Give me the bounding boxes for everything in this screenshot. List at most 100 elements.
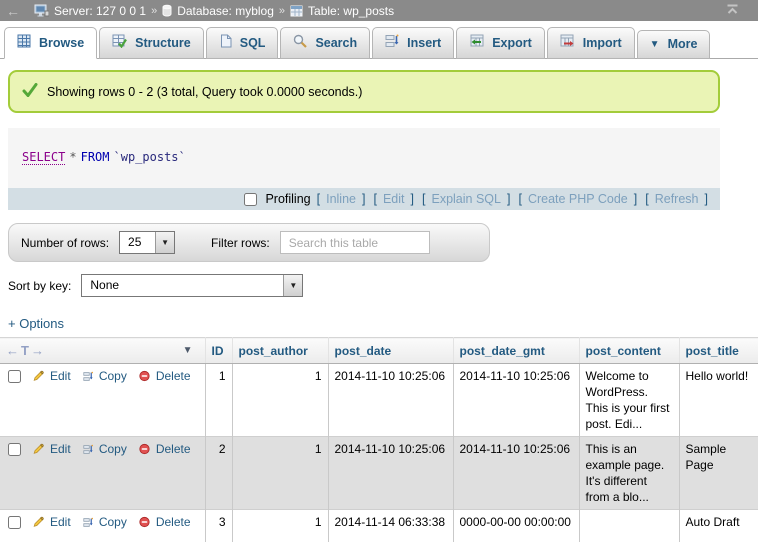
delete-row-icon	[139, 515, 150, 529]
edit-pencil-icon	[33, 442, 44, 456]
cell-post-date-gmt: 2014-11-10 10:25:06	[453, 437, 579, 510]
tab-insert[interactable]: Insert	[372, 27, 454, 59]
edit-row-link[interactable]: Edit	[50, 441, 71, 457]
cell-post-date-gmt: 2014-11-10 10:25:06	[453, 364, 579, 437]
database-icon	[162, 4, 172, 17]
back-arrow-icon[interactable]: ←	[6, 3, 20, 19]
sql-keyword-from: FROM	[81, 150, 110, 164]
move-columns-icon[interactable]: ←T→	[6, 343, 46, 358]
structure-icon	[112, 34, 127, 51]
breadcrumb-table[interactable]: Table: wp_posts	[290, 4, 394, 18]
chevron-down-icon: ▼	[650, 39, 660, 50]
tab-bar: Browse Structure SQL Search Insert	[0, 21, 758, 59]
number-of-rows-select[interactable]: 25 ▼	[119, 231, 175, 254]
breadcrumb: ← Server: 127 0 0 1 » Database: myblog »…	[0, 0, 758, 21]
row-checkbox[interactable]	[8, 443, 21, 456]
column-header-post-title[interactable]: post_title	[679, 338, 758, 364]
copy-row-icon	[83, 370, 93, 383]
filter-rows-input[interactable]	[280, 231, 430, 254]
table-row: Edit Copy Delete 1 1 2014-11-10 10:25:06…	[0, 364, 758, 437]
cell-post-date: 2014-11-10 10:25:06	[328, 364, 453, 437]
bracket: [	[317, 192, 320, 206]
cell-post-author: 1	[232, 510, 328, 542]
dropdown-arrow-icon: ▼	[283, 275, 302, 296]
cell-post-title: Hello world!	[679, 364, 758, 437]
cell-post-author: 1	[232, 364, 328, 437]
export-icon	[469, 34, 484, 51]
edit-pencil-icon	[33, 515, 44, 529]
bracket: ]	[507, 192, 510, 206]
sql-star: *	[69, 150, 76, 164]
edit-row-link[interactable]: Edit	[50, 514, 71, 530]
server-icon	[34, 4, 49, 17]
delete-row-link[interactable]: Delete	[156, 368, 191, 384]
dropdown-arrow-icon: ▼	[155, 232, 174, 253]
cell-id: 1	[205, 364, 232, 437]
table-row: Edit Copy Delete 3 1 2014-11-14 06:33:38…	[0, 510, 758, 542]
copy-row-icon	[83, 516, 93, 529]
bracket: ]	[705, 192, 708, 206]
bracket: ]	[362, 192, 365, 206]
copy-row-icon	[83, 443, 93, 456]
tab-more-label: More	[668, 37, 698, 51]
breadcrumb-server-label: Server: 127 0 0 1	[54, 4, 146, 18]
bracket: [	[645, 192, 648, 206]
edit-query-link[interactable]: Edit	[383, 192, 405, 206]
breadcrumb-server[interactable]: Server: 127 0 0 1	[34, 4, 146, 18]
sort-by-key-select[interactable]: None ▼	[81, 274, 303, 297]
cell-post-author: 1	[232, 437, 328, 510]
tab-sql-label: SQL	[240, 36, 266, 50]
column-header-post-date-gmt[interactable]: post_date_gmt	[453, 338, 579, 364]
bracket: [	[422, 192, 425, 206]
actions-header-cell: ←T→ ▼	[0, 338, 205, 364]
tab-browse[interactable]: Browse	[4, 27, 97, 59]
breadcrumb-table-label: Table: wp_posts	[308, 4, 394, 18]
phpmyadmin-page: ← Server: 127 0 0 1 » Database: myblog »…	[0, 0, 758, 542]
breadcrumb-database[interactable]: Database: myblog	[162, 4, 274, 18]
delete-row-link[interactable]: Delete	[156, 514, 191, 530]
row-checkbox[interactable]	[8, 516, 21, 529]
copy-row-link[interactable]: Copy	[99, 368, 127, 384]
import-icon	[560, 34, 575, 51]
profiling-label: Profiling	[265, 192, 310, 206]
sql-keyword-select[interactable]: SELECT	[22, 150, 65, 165]
tab-browse-label: Browse	[39, 36, 84, 50]
column-header-post-date[interactable]: post_date	[328, 338, 453, 364]
inline-link[interactable]: Inline	[326, 192, 356, 206]
column-header-id[interactable]: ID	[205, 338, 232, 364]
tab-more[interactable]: ▼ More	[637, 30, 711, 59]
column-header-post-content[interactable]: post_content	[579, 338, 679, 364]
column-header-post-author[interactable]: post_author	[232, 338, 328, 364]
status-message: Showing rows 0 - 2 (3 total, Query took …	[8, 70, 720, 113]
sort-menu-icon[interactable]: ▼	[183, 345, 193, 356]
delete-row-icon	[139, 442, 150, 456]
edit-pencil-icon	[33, 369, 44, 383]
browse-table-icon	[17, 34, 31, 51]
delete-row-icon	[139, 369, 150, 383]
collapse-panel-icon[interactable]	[725, 4, 740, 18]
tab-structure[interactable]: Structure	[99, 27, 204, 59]
tab-search[interactable]: Search	[280, 27, 370, 59]
copy-row-link[interactable]: Copy	[99, 514, 127, 530]
copy-row-link[interactable]: Copy	[99, 441, 127, 457]
options-toggle[interactable]: + Options	[8, 316, 758, 331]
cell-post-title: Auto Draft	[679, 510, 758, 542]
edit-row-link[interactable]: Edit	[50, 368, 71, 384]
profiling-checkbox[interactable]	[244, 193, 257, 206]
row-checkbox[interactable]	[8, 370, 21, 383]
explain-sql-link[interactable]: Explain SQL	[431, 192, 500, 206]
refresh-link[interactable]: Refresh	[655, 192, 699, 206]
delete-row-link[interactable]: Delete	[156, 441, 191, 457]
create-php-code-link[interactable]: Create PHP Code	[528, 192, 628, 206]
table-icon	[290, 5, 303, 17]
table-header-row: ←T→ ▼ ID post_author post_date post_date…	[0, 338, 758, 364]
table-row: Edit Copy Delete 2 1 2014-11-10 10:25:06…	[0, 437, 758, 510]
tab-export[interactable]: Export	[456, 27, 545, 59]
tab-import[interactable]: Import	[547, 27, 635, 59]
tab-sql[interactable]: SQL	[206, 27, 279, 59]
tab-search-label: Search	[315, 36, 357, 50]
cell-post-content: Welcome to WordPress. This is your first…	[579, 364, 679, 437]
cell-post-date: 2014-11-10 10:25:06	[328, 437, 453, 510]
number-of-rows-label: Number of rows:	[21, 236, 109, 250]
sort-by-key-label: Sort by key:	[8, 279, 71, 293]
